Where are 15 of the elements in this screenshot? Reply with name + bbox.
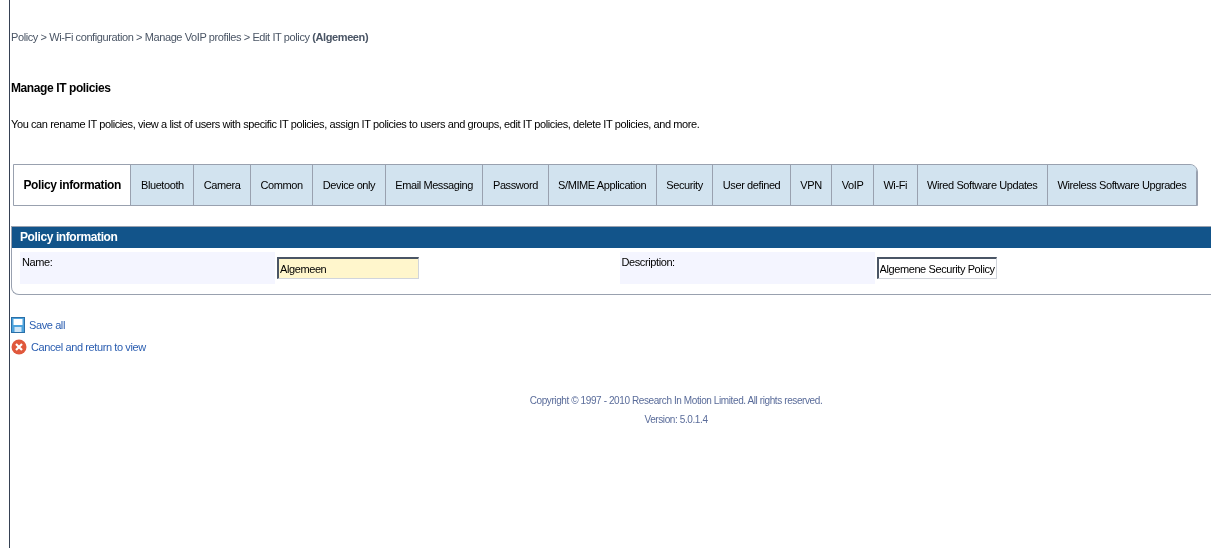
breadcrumb: Policy > Wi-Fi configuration > Manage VoIP profiles > Edit IT policy (Algemeen) [11,30,370,44]
page-heading: Manage IT policies [11,81,112,95]
save-icon [11,317,25,333]
panel-title: Policy information [12,227,1211,248]
copyright-text: Copyright © 1997 - 2010 Research In Motion Limited. All rights reserved. [529,394,823,408]
link[interactable]: Save all [29,316,65,334]
text-field[interactable]: Algemeen [277,257,419,279]
link[interactable]: Cancel and return to view [31,338,146,356]
version-text: Version: 5.0.1.4 [644,413,708,427]
tab[interactable]: Policy information [14,165,132,205]
field-label: Description: [619,252,875,284]
text-field[interactable]: Algemene Security Policy [876,257,997,279]
cancel-icon [11,339,27,355]
field-label: Name: [20,252,275,284]
intro-text: You can rename IT policies, view a list of users with specific IT policies, assign IT policies to users and groups, edit IT policies, delete IT policies, and more. [11,117,701,131]
